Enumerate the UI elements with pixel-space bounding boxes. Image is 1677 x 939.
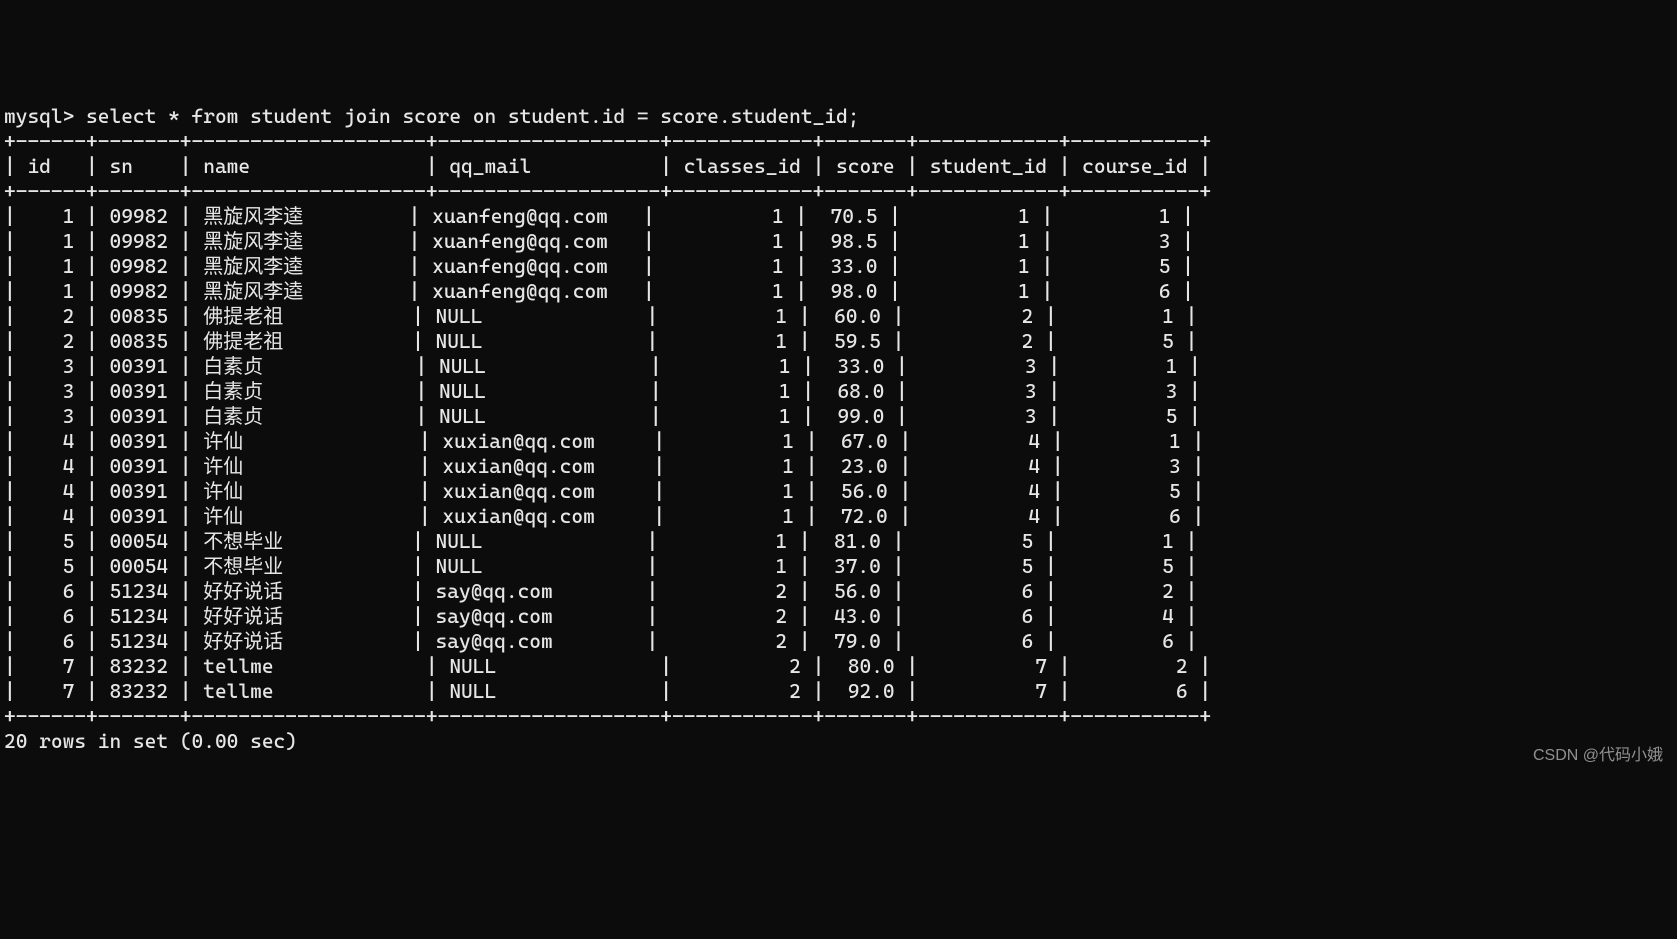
terminal-output: mysql> select * from student join score … [4, 104, 1673, 754]
watermark-text: CSDN @代码小娥 [1533, 746, 1663, 766]
